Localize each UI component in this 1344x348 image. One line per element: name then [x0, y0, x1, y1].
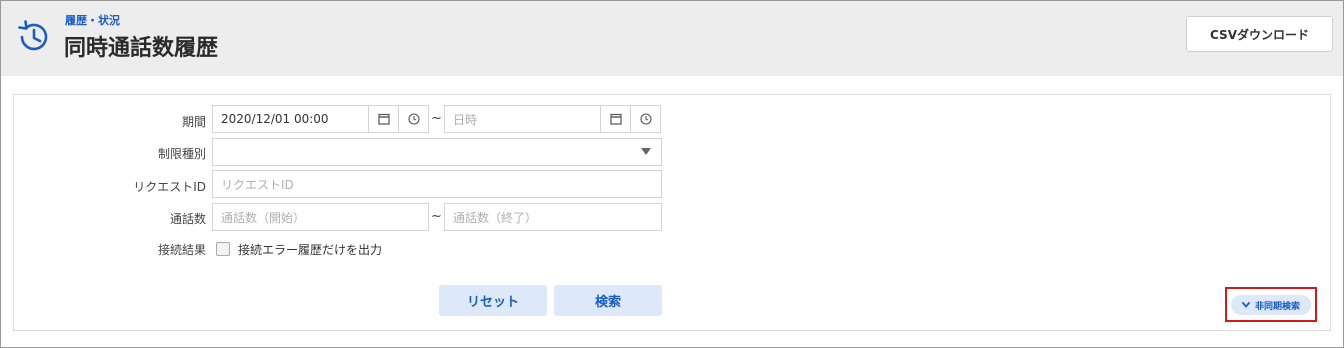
limit-type-label: 制限種別: [157, 147, 206, 161]
calendar-icon: [377, 113, 390, 125]
period-start-input[interactable]: 2020/12/01 00:00: [212, 105, 369, 133]
period-end-time-button[interactable]: [631, 105, 661, 133]
call-count-end-input[interactable]: 通話数（終了）: [444, 203, 662, 231]
period-label: 期間: [181, 115, 206, 129]
connection-error-checkbox[interactable]: [216, 242, 230, 256]
async-search-label: 非同期検索: [1254, 301, 1300, 312]
search-form-card: [13, 94, 1331, 331]
period-separator: ~: [431, 111, 442, 126]
connection-error-checkbox-label[interactable]: 接続エラー履歴だけを出力: [238, 241, 382, 258]
request-id-input[interactable]: リクエストID: [212, 170, 662, 198]
history-icon: [18, 20, 48, 51]
page-header: 履歴・状況 同時通話数履歴 CSVダウンロード: [1, 1, 1343, 76]
period-end-input[interactable]: 日時: [444, 105, 601, 133]
limit-type-select[interactable]: [212, 138, 662, 166]
page-title: 同時通話数履歴: [64, 36, 219, 61]
clock-icon: [639, 113, 652, 125]
async-search-highlight: 非同期検索: [1225, 287, 1317, 322]
breadcrumb[interactable]: 履歴・状況: [65, 12, 120, 28]
period-end-calendar-button[interactable]: [601, 105, 631, 133]
request-id-label: リクエストID: [133, 180, 206, 194]
dropdown-arrow-icon: [641, 148, 651, 155]
search-button[interactable]: 検索: [554, 285, 662, 316]
chevron-down-icon: [1242, 302, 1250, 308]
period-start-time-button[interactable]: [399, 105, 429, 133]
clock-icon: [407, 113, 420, 125]
call-count-label: 通話数: [169, 212, 206, 226]
async-search-button[interactable]: 非同期検索: [1231, 295, 1311, 315]
csv-download-button[interactable]: CSVダウンロード: [1186, 16, 1333, 52]
call-count-start-input[interactable]: 通話数（開始）: [212, 203, 429, 231]
connection-result-label: 接続結果: [157, 243, 206, 257]
reset-button[interactable]: リセット: [439, 285, 547, 316]
period-start-calendar-button[interactable]: [369, 105, 399, 133]
call-count-separator: ~: [431, 209, 442, 224]
calendar-icon: [609, 113, 622, 125]
